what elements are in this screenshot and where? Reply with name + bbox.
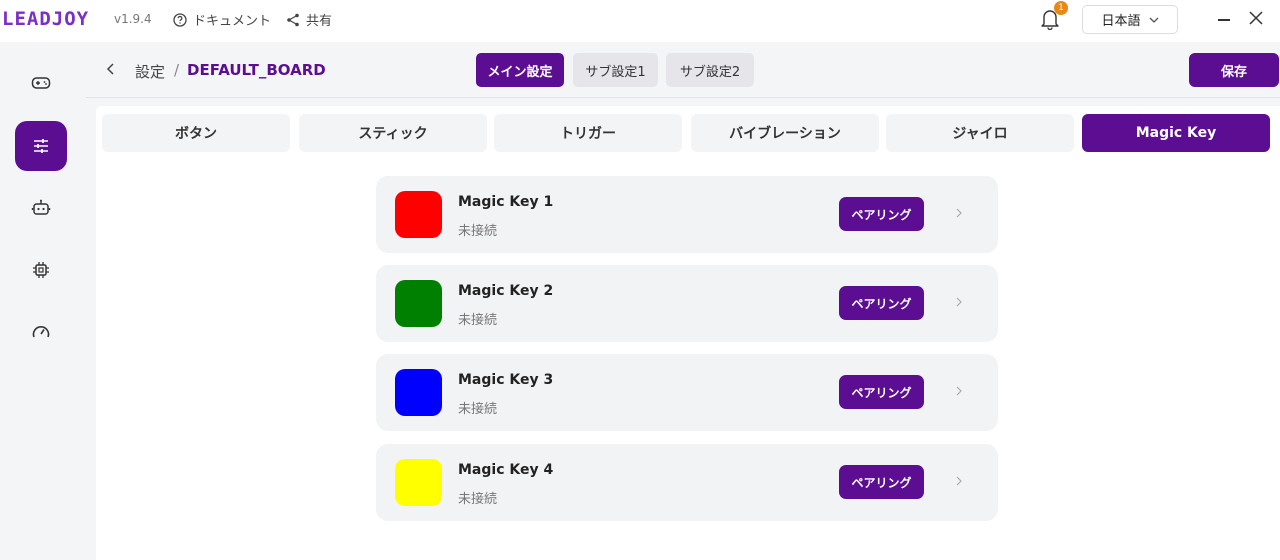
color-swatch xyxy=(395,191,442,238)
window-minimize-button[interactable] xyxy=(1218,19,1230,21)
color-swatch xyxy=(395,280,442,327)
language-select[interactable]: 日本語 xyxy=(1082,5,1178,34)
tab-main-settings[interactable]: メイン設定 xyxy=(476,53,564,87)
magic-key-name: Magic Key 3 xyxy=(458,372,554,388)
share-icon xyxy=(287,13,299,26)
sidebar-item-performance[interactable] xyxy=(15,307,67,357)
window-close-button[interactable] xyxy=(1248,10,1264,26)
chip-icon xyxy=(33,262,49,278)
app-logo: LEADJOY xyxy=(2,8,90,30)
sidebar xyxy=(0,42,86,560)
chevron-right-icon[interactable] xyxy=(956,297,962,307)
app-version: v1.9.4 xyxy=(114,12,152,26)
tab-triggers[interactable]: トリガー xyxy=(494,114,682,152)
robot-icon xyxy=(31,199,51,215)
gauge-icon xyxy=(32,326,50,338)
settings-panel: ボタン スティック トリガー バイブレーション ジャイロ Magic Key M… xyxy=(96,106,1280,560)
color-swatch xyxy=(395,459,442,506)
magic-key-card-4[interactable]: Magic Key 4 未接続 ペアリング xyxy=(376,444,998,521)
pairing-button[interactable]: ペアリング xyxy=(839,197,924,231)
connection-status: 未接続 xyxy=(458,313,498,328)
breadcrumb-separator: / xyxy=(174,61,180,79)
tab-sub-settings-2[interactable]: サブ設定2 xyxy=(666,53,754,87)
sidebar-item-controller[interactable] xyxy=(15,58,67,108)
sliders-icon xyxy=(34,139,48,153)
magic-key-name: Magic Key 2 xyxy=(458,283,554,299)
tab-buttons[interactable]: ボタン xyxy=(102,114,290,152)
title-bar: LEADJOY v1.9.4 ドキュメント 共有 1 日本語 xyxy=(0,0,1280,42)
share-label: 共有 xyxy=(306,14,333,29)
magic-key-name: Magic Key 4 xyxy=(458,462,554,478)
gamepad-icon xyxy=(31,77,51,89)
magic-key-card-3[interactable]: Magic Key 3 未接続 ペアリング xyxy=(376,354,998,431)
share-link[interactable]: 共有 xyxy=(286,10,332,29)
save-button[interactable]: 保存 xyxy=(1189,53,1279,87)
tab-sub-settings-1[interactable]: サブ設定1 xyxy=(573,53,658,87)
connection-status: 未接続 xyxy=(458,402,498,417)
pairing-button[interactable]: ペアリング xyxy=(839,465,924,499)
breadcrumb-current: DEFAULT_BOARD xyxy=(187,61,326,79)
connection-status: 未接続 xyxy=(458,224,498,239)
documentation-label: ドキュメント xyxy=(193,14,272,29)
tab-vibration[interactable]: バイブレーション xyxy=(691,114,879,152)
documentation-link[interactable]: ドキュメント xyxy=(173,10,271,29)
magic-key-card-1[interactable]: Magic Key 1 未接続 ペアリング xyxy=(376,176,998,253)
sidebar-item-settings[interactable] xyxy=(15,121,67,171)
pairing-button[interactable]: ペアリング xyxy=(839,286,924,320)
tab-sticks[interactable]: スティック xyxy=(299,114,487,152)
page-header: 設定 / DEFAULT_BOARD メイン設定 サブ設定1 サブ設定2 保存 xyxy=(86,42,1280,98)
language-label: 日本語 xyxy=(1101,14,1141,29)
pairing-button[interactable]: ペアリング xyxy=(839,375,924,409)
help-circle-icon xyxy=(173,12,187,27)
tab-magic-key[interactable]: Magic Key xyxy=(1082,114,1270,152)
chevron-right-icon[interactable] xyxy=(956,208,962,218)
sidebar-item-robot[interactable] xyxy=(15,183,67,233)
tab-gyro[interactable]: ジャイロ xyxy=(886,114,1074,152)
main-content: 設定 / DEFAULT_BOARD メイン設定 サブ設定1 サブ設定2 保存 … xyxy=(86,42,1280,560)
chevron-right-icon[interactable] xyxy=(956,476,962,486)
magic-key-name: Magic Key 1 xyxy=(458,194,554,210)
chevron-down-icon xyxy=(1149,17,1158,23)
breadcrumb-settings[interactable]: 設定 xyxy=(135,61,165,82)
magic-key-card-2[interactable]: Magic Key 2 未接続 ペアリング xyxy=(376,265,998,342)
sidebar-item-hardware[interactable] xyxy=(15,245,67,295)
color-swatch xyxy=(395,369,442,416)
notification-badge: 1 xyxy=(1054,1,1068,15)
back-icon[interactable] xyxy=(104,60,118,78)
connection-status: 未接続 xyxy=(458,492,498,507)
chevron-right-icon[interactable] xyxy=(956,386,962,396)
